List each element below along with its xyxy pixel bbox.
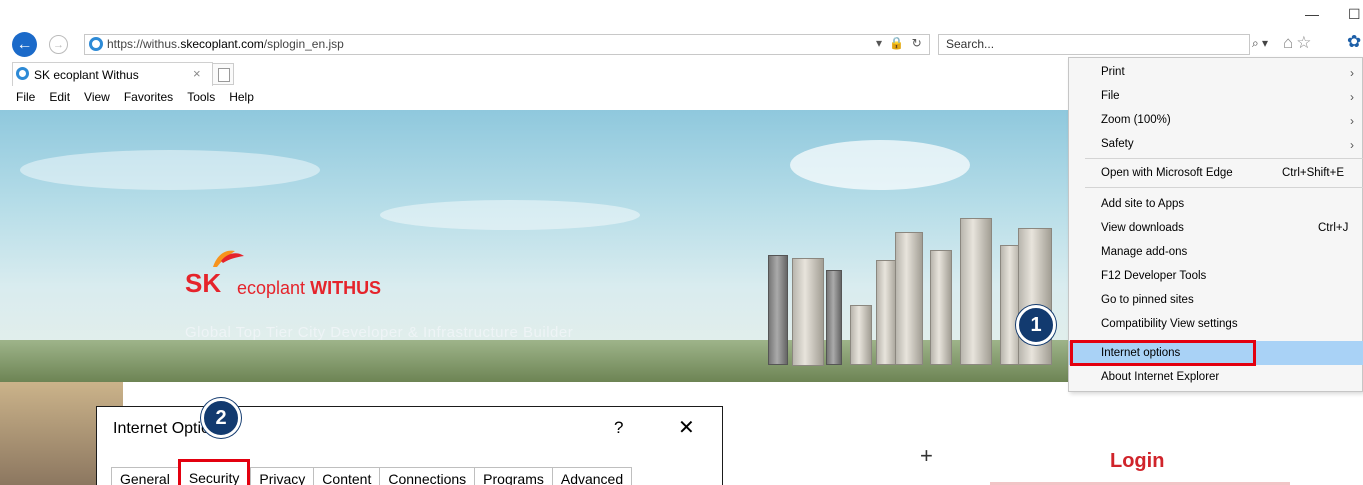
home-icon[interactable]: ⌂ — [1283, 33, 1296, 52]
address-controls[interactable]: ▾ 🔒 ↻ — [876, 36, 924, 50]
logo-brand: ecoplant WITHUS — [237, 278, 381, 299]
submenu-arrow-icon: › — [1350, 66, 1354, 80]
tab-content[interactable]: Content — [313, 467, 380, 485]
menu-item-manage-addons[interactable]: Manage add-ons — [1101, 246, 1187, 258]
gear-icon[interactable]: ✿ — [1347, 32, 1361, 52]
menu-item-zoom[interactable]: Zoom (100%) — [1101, 114, 1171, 126]
menu-favorites[interactable]: Favorites — [124, 90, 173, 104]
forward-arrow-icon: → — [53, 38, 64, 51]
menu-help[interactable]: Help — [229, 90, 254, 104]
submenu-arrow-icon: › — [1350, 114, 1354, 128]
menu-file[interactable]: File — [16, 90, 35, 104]
tab-general[interactable]: General — [111, 467, 178, 485]
menu-separator — [1085, 187, 1363, 188]
plus-icon[interactable]: + — [920, 443, 933, 469]
tab-close-icon[interactable]: × — [193, 66, 201, 81]
menu-view[interactable]: View — [84, 90, 110, 104]
menu-bar: File Edit View Favorites Tools Help — [0, 86, 1070, 108]
back-button[interactable]: ← — [12, 32, 37, 57]
building — [826, 270, 842, 365]
ie-logo-icon — [89, 37, 103, 51]
edge-shortcut: Ctrl+Shift+E — [1282, 167, 1344, 179]
step-badge-1: 1 — [1016, 305, 1056, 345]
help-button[interactable]: ? — [614, 418, 623, 438]
tab-favicon-icon — [16, 67, 29, 80]
search-placeholder: Search... — [946, 37, 995, 51]
menu-item-view-downloads[interactable]: View downloads — [1101, 222, 1184, 234]
address-url[interactable]: https://withus.skecoplant.com/splogin_en… — [107, 37, 344, 51]
building — [930, 250, 952, 365]
menu-tools[interactable]: Tools — [187, 90, 215, 104]
downloads-shortcut: Ctrl+J — [1318, 222, 1349, 234]
hero-tagline: Global Top Tier City Developer & Infrast… — [185, 324, 574, 341]
search-icon[interactable]: ⌕ ▾ — [1252, 36, 1268, 51]
dialog-tabs: General Security Privacy Content Connect… — [111, 459, 633, 485]
favorites-star-icon[interactable]: ☆ — [1296, 33, 1314, 52]
cloud — [790, 140, 970, 190]
logo-sk: SK — [185, 268, 222, 298]
submenu-arrow-icon: › — [1350, 90, 1354, 104]
sk-wing-logo-icon — [213, 250, 244, 267]
menu-item-add-site[interactable]: Add site to Apps — [1101, 198, 1184, 210]
logo-brand-ecoplant: ecoplant — [237, 278, 306, 298]
building — [792, 258, 824, 366]
cloud — [20, 150, 320, 190]
menu-item-print[interactable]: Print — [1101, 66, 1125, 78]
building — [850, 305, 872, 365]
tab-privacy[interactable]: Privacy — [250, 467, 314, 485]
tab-connections[interactable]: Connections — [379, 467, 475, 485]
menu-item-pinned-sites[interactable]: Go to pinned sites — [1101, 294, 1194, 306]
menu-item-open-edge[interactable]: Open with Microsoft Edge — [1101, 167, 1233, 179]
dialog-close-button[interactable]: ✕ — [678, 415, 695, 440]
submenu-arrow-icon: › — [1350, 138, 1354, 152]
menu-item-safety[interactable]: Safety — [1101, 138, 1134, 150]
url-path: /splogin_en.jsp — [263, 37, 344, 51]
building — [960, 218, 992, 365]
menu-edit[interactable]: Edit — [49, 90, 70, 104]
menu-item-about-ie[interactable]: About Internet Explorer — [1101, 371, 1219, 383]
logo-brand-withus: WITHUS — [310, 278, 382, 298]
building — [895, 232, 923, 365]
login-heading: Login — [1110, 450, 1165, 472]
forward-button[interactable]: → — [49, 35, 68, 54]
cloud — [380, 200, 640, 230]
menu-item-compat-view[interactable]: Compatibility View settings — [1101, 318, 1238, 330]
toolbar-icons[interactable]: ⌂☆ — [1283, 33, 1315, 53]
minimize-button[interactable]: — — [1305, 6, 1319, 22]
maximize-button[interactable]: ☐ — [1348, 6, 1361, 23]
menu-item-f12-tools[interactable]: F12 Developer Tools — [1101, 270, 1206, 282]
menu-item-file[interactable]: File — [1101, 90, 1120, 102]
menu-separator — [1085, 158, 1363, 159]
back-arrow-icon: ← — [16, 35, 33, 53]
step-badge-2: 2 — [201, 398, 241, 438]
url-prefix: https://withus. — [107, 37, 181, 51]
tab-advanced[interactable]: Advanced — [551, 467, 633, 485]
tab-title: SK ecoplant Withus — [34, 68, 139, 82]
url-domain: skecoplant.com — [180, 37, 264, 51]
internet-options-callout — [1070, 340, 1256, 366]
new-tab-button[interactable] — [212, 63, 234, 85]
tab-security[interactable]: Security — [177, 459, 251, 485]
tab-programs[interactable]: Programs — [474, 467, 552, 485]
building — [768, 255, 788, 365]
